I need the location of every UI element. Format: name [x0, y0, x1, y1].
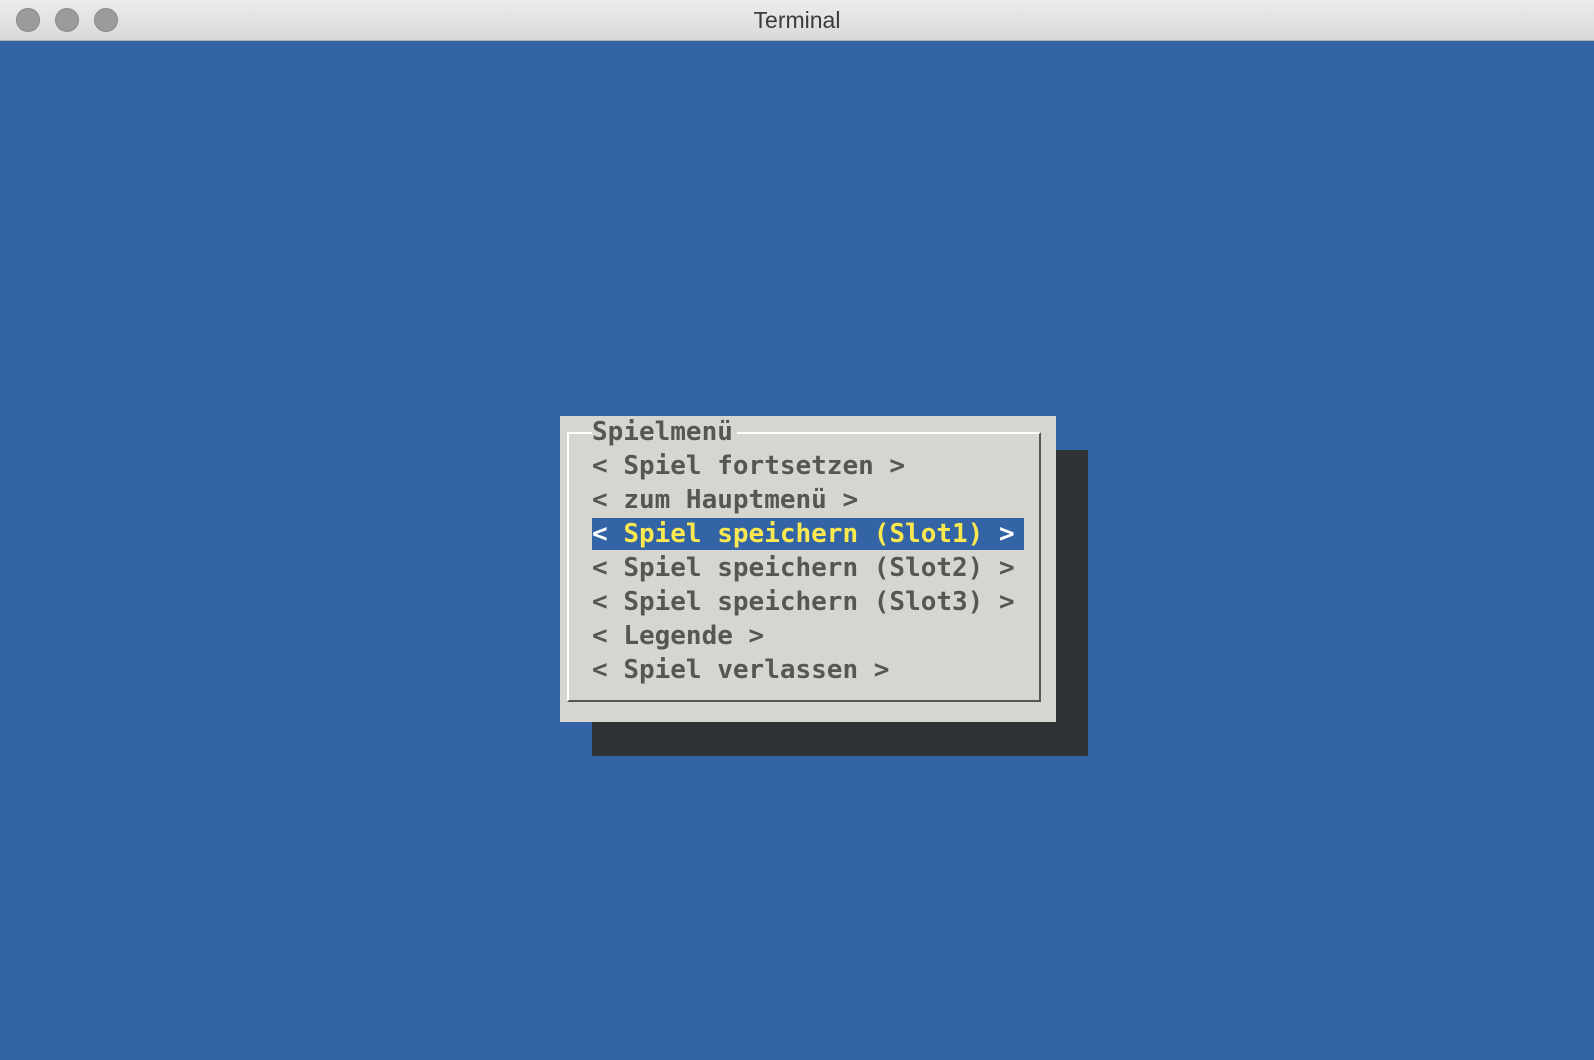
- menu-item-continue[interactable]: < Spiel fortsetzen >: [592, 450, 1024, 482]
- right-marker: >: [999, 553, 1015, 583]
- menu-item-label: Spiel fortsetzen: [623, 451, 874, 481]
- menu-item-save-slot1[interactable]: < Spiel speichern (Slot1) >: [592, 518, 1024, 550]
- menu-item-label: Legende: [623, 621, 733, 651]
- menu-item-label: zum Hauptmenü: [623, 485, 827, 515]
- left-marker: <: [592, 655, 608, 685]
- menu-item-label: Spiel speichern (Slot3): [623, 587, 984, 617]
- left-marker: <: [592, 621, 608, 651]
- menu-item-quit[interactable]: < Spiel verlassen >: [592, 654, 1024, 686]
- menu-item-label: Spiel verlassen: [623, 655, 859, 685]
- right-marker: >: [999, 519, 1015, 549]
- menu-item-legend[interactable]: < Legende >: [592, 620, 1024, 652]
- terminal-window: Terminal Spielmenü < Spiel fortsetzen > …: [0, 0, 1594, 1060]
- left-marker: <: [592, 519, 608, 549]
- left-marker: <: [592, 553, 608, 583]
- left-marker: <: [592, 587, 608, 617]
- title-bar[interactable]: Terminal: [0, 0, 1594, 41]
- menu-item-save-slot3[interactable]: < Spiel speichern (Slot3) >: [592, 586, 1024, 618]
- left-marker: <: [592, 485, 608, 515]
- menu-item-label: Spiel speichern (Slot1): [623, 519, 984, 549]
- game-menu-dialog: Spielmenü < Spiel fortsetzen > < zum Hau…: [560, 416, 1056, 722]
- right-marker: >: [873, 655, 890, 685]
- menu-item-label: Spiel speichern (Slot2): [623, 553, 984, 583]
- window-title: Terminal: [753, 7, 841, 33]
- menu-item-main-menu[interactable]: < zum Hauptmenü >: [592, 484, 1024, 516]
- left-marker: <: [592, 451, 608, 481]
- menu-item-save-slot2[interactable]: < Spiel speichern (Slot2) >: [592, 552, 1024, 584]
- right-marker: >: [748, 621, 765, 651]
- right-marker: >: [842, 485, 859, 515]
- right-marker: >: [999, 587, 1015, 617]
- right-marker: >: [889, 451, 906, 481]
- dialog-title: Spielmenü: [592, 416, 737, 448]
- menu-list: < Spiel fortsetzen > < zum Hauptmenü > <…: [592, 450, 1024, 688]
